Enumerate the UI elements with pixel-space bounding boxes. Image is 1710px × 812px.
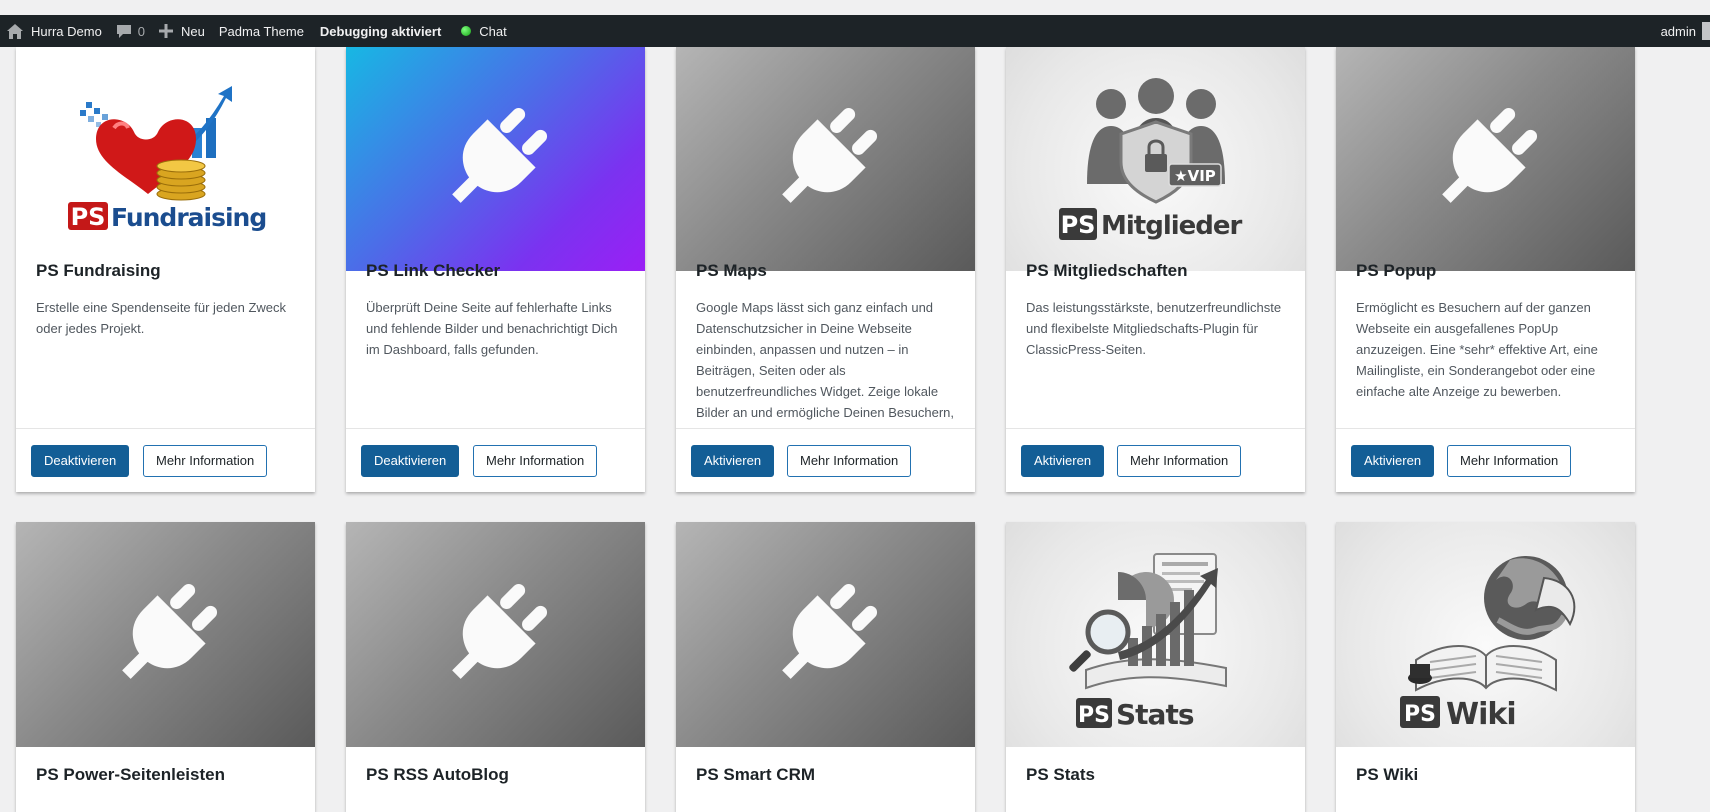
- plug-icon: [781, 107, 877, 203]
- home-icon: [7, 23, 23, 39]
- more-info-button[interactable]: Mehr Information: [143, 445, 268, 477]
- plugin-card: PS Popup Ermöglicht es Besuchern auf der…: [1336, 47, 1635, 492]
- theme-link[interactable]: Padma Theme: [212, 15, 311, 47]
- wiki-logo-icon: PS Wiki: [1399, 555, 1575, 730]
- deactivate-button[interactable]: Deaktivieren: [361, 445, 460, 477]
- plugin-title: PS Power-Seitenleisten: [36, 765, 225, 784]
- plugin-title: PS Fundraising: [36, 261, 161, 280]
- admin-bar: Hurra Demo 0 Neu Padma Theme Debugging a…: [0, 15, 1710, 47]
- plugin-title: PS Wiki: [1356, 765, 1419, 784]
- plugin-title: PS RSS AutoBlog: [366, 765, 509, 784]
- plugin-thumbnail: [346, 522, 645, 747]
- plugin-title: PS Popup: [1356, 261, 1437, 280]
- deactivate-button[interactable]: Deaktivieren: [31, 445, 130, 477]
- comment-icon: [116, 24, 131, 38]
- plugin-title: PS Link Checker: [366, 261, 501, 280]
- more-info-button[interactable]: Mehr Information: [1117, 445, 1242, 477]
- logo-word: Stats: [1116, 698, 1194, 730]
- plugin-thumbnail: [346, 47, 645, 271]
- chat-label: Chat: [479, 23, 507, 39]
- logo-word: Fundraising: [111, 203, 266, 232]
- theme-label: Padma Theme: [218, 23, 304, 39]
- debugging-link[interactable]: Debugging aktiviert: [313, 15, 448, 47]
- vip-badge-text: ★VIP: [1174, 167, 1216, 185]
- plugin-card: ★VIP PS Mitglieder PS Mitgliedschaften D…: [1006, 47, 1305, 492]
- plugin-title: PS Stats: [1026, 765, 1095, 784]
- plugin-card-footer: Aktivieren Mehr Information: [1006, 428, 1305, 492]
- activate-button[interactable]: Aktivieren: [691, 445, 775, 477]
- plugin-description: Überprüft Deine Seite auf fehlerhafte Li…: [366, 300, 618, 357]
- plugin-thumbnail: PS Fundraising: [16, 47, 315, 271]
- new-content-link[interactable]: Neu: [152, 15, 212, 47]
- logo-prefix: PS: [70, 203, 105, 231]
- plugin-description: Das leistungsstärkste, benutzerfreundlic…: [1026, 300, 1282, 357]
- logo-word: Wiki: [1446, 697, 1516, 730]
- plug-icon: [451, 583, 547, 679]
- avatar: [1702, 22, 1710, 40]
- comments-count: 0: [137, 23, 146, 39]
- user-name: admin: [1660, 23, 1696, 39]
- plug-icon: [781, 583, 877, 679]
- site-name: Hurra Demo: [31, 23, 102, 39]
- plugin-card: PS Maps Google Maps lässt sich ganz einf…: [676, 47, 975, 492]
- stats-logo-icon: PS Stats: [1068, 552, 1227, 730]
- plus-icon: [159, 24, 174, 38]
- plugin-thumbnail: [1336, 47, 1635, 271]
- logo-prefix: PS: [1404, 702, 1436, 727]
- user-account-link[interactable]: admin: [1654, 15, 1710, 47]
- debugging-label: Debugging aktiviert: [319, 23, 442, 39]
- plugin-card: PS Stats PS Stats: [1006, 522, 1305, 812]
- activate-button[interactable]: Aktivieren: [1351, 445, 1435, 477]
- more-info-button[interactable]: Mehr Information: [1447, 445, 1572, 477]
- plugin-card: PS Power-Seitenleisten: [16, 522, 315, 812]
- fundraising-logo-icon: PS Fundraising: [67, 85, 267, 232]
- plugin-thumbnail: [16, 522, 315, 747]
- plugin-title: PS Mitgliedschaften: [1026, 261, 1188, 280]
- more-info-button[interactable]: Mehr Information: [787, 445, 912, 477]
- plugin-card: PS Fundraising PS Fundraising Erstelle e…: [16, 47, 315, 492]
- plugin-card: PS Wiki PS Wiki: [1336, 522, 1635, 812]
- plugin-title: PS Smart CRM: [696, 765, 816, 784]
- more-info-button[interactable]: Mehr Information: [473, 445, 598, 477]
- plugin-card-footer: Aktivieren Mehr Information: [676, 428, 975, 492]
- activate-button[interactable]: Aktivieren: [1021, 445, 1105, 477]
- plug-icon: [451, 107, 547, 203]
- plugin-description: Erstelle eine Spendenseite für jeden Zwe…: [36, 300, 287, 336]
- new-label: Neu: [181, 23, 205, 39]
- site-name-link[interactable]: Hurra Demo: [0, 15, 109, 47]
- plugin-thumbnail: PS Stats: [1006, 522, 1305, 747]
- plugin-thumbnail: [676, 47, 975, 271]
- logo-word: Mitglieder: [1101, 211, 1243, 241]
- logo-prefix: PS: [1078, 703, 1110, 728]
- plugin-card: PS Link Checker Überprüft Deine Seite au…: [346, 47, 645, 492]
- online-status-icon: [461, 26, 472, 36]
- plugin-card-footer: Deaktivieren Mehr Information: [346, 428, 645, 492]
- members-logo-icon: ★VIP PS Mitglieder: [1058, 77, 1243, 241]
- plug-icon: [1441, 107, 1537, 203]
- plugin-description: Google Maps lässt sich ganz einfach und …: [696, 300, 954, 420]
- plugin-thumbnail: ★VIP PS Mitglieder: [1006, 47, 1305, 271]
- logo-prefix: PS: [1060, 211, 1095, 239]
- plugin-card-footer: Aktivieren Mehr Information: [1336, 428, 1635, 492]
- plugin-card: PS RSS AutoBlog: [346, 522, 645, 812]
- chat-link[interactable]: Chat: [454, 15, 513, 47]
- plugin-card-footer: Deaktivieren Mehr Information: [16, 428, 315, 492]
- plugin-thumbnail: PS Wiki: [1336, 522, 1635, 747]
- comments-link[interactable]: 0: [109, 15, 152, 47]
- plug-icon: [121, 583, 217, 679]
- plugin-description: Ermöglicht es Besuchern auf der ganzen W…: [1356, 300, 1598, 399]
- plugin-thumbnail: [676, 522, 975, 747]
- plugin-card: PS Smart CRM: [676, 522, 975, 812]
- plugin-title: PS Maps: [696, 261, 767, 280]
